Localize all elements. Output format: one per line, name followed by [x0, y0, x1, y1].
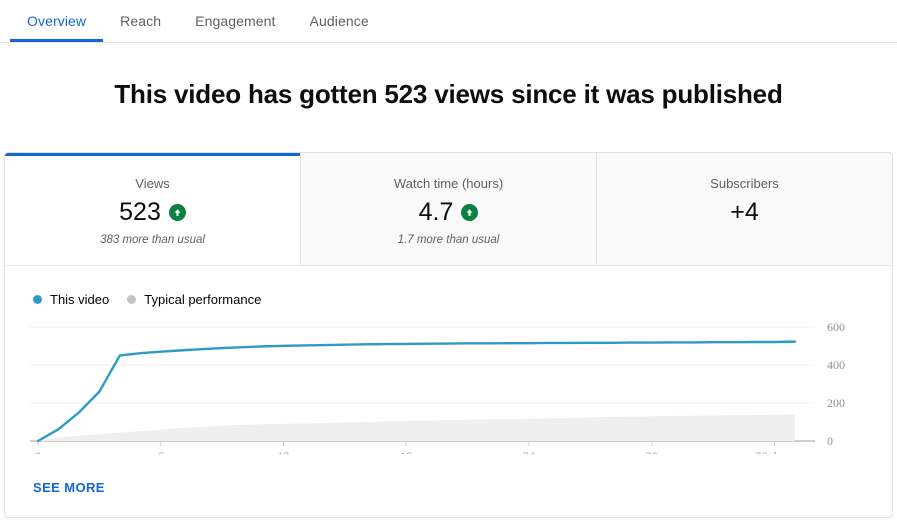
x-axis-tick-label: 36 days	[756, 449, 793, 454]
metric-watch-time-subtitle: 1.7 more than usual	[397, 234, 500, 246]
x-axis-tick-label: 18	[400, 449, 412, 454]
y-axis-tick-label: 600	[827, 320, 845, 334]
metric-watch-time-value: 4.7	[418, 198, 454, 226]
legend-label-this-video: This video	[50, 292, 110, 307]
tab-audience-label: Audience	[309, 13, 369, 29]
x-axis-tick-label: 12	[278, 449, 290, 454]
analytics-tab-bar: Overview Reach Engagement Audience	[0, 0, 897, 43]
legend-dot-this-video	[33, 295, 42, 304]
x-axis-tick-label: 30	[646, 449, 658, 454]
metric-tile-subscribers[interactable]: Subscribers +4	[596, 153, 892, 265]
tab-reach-label: Reach	[120, 13, 162, 29]
x-axis-tick-label: 6	[158, 449, 164, 454]
chart-block: This video Typical performance 0 200 400 60…	[5, 266, 892, 517]
y-axis-tick-label: 400	[827, 358, 845, 372]
legend-label-typical-performance: Typical performance	[144, 292, 262, 307]
tab-overview-label: Overview	[27, 13, 87, 29]
legend-dot-typical-performance	[127, 295, 137, 304]
y-axis-tick-label: 200	[827, 396, 845, 410]
views-over-time-chart[interactable]: 0 200 400 600 0 6 12 18 24 30 36 days	[5, 314, 892, 454]
metric-views-subtitle: 383 more than usual	[100, 234, 205, 246]
metric-views-value: 523	[119, 198, 161, 226]
metric-watch-time-value-row: 4.7	[301, 197, 596, 227]
arrow-up-circle-icon	[461, 203, 479, 221]
x-axis-tick-label: 24	[523, 449, 535, 454]
metric-tile-views[interactable]: Views 523 383 more than usual	[5, 153, 300, 265]
metric-views-label: Views	[135, 176, 170, 191]
tab-audience[interactable]: Audience	[293, 0, 386, 42]
tab-engagement-label: Engagement	[195, 13, 276, 29]
page-title: This video has gotten 523 views since it…	[114, 79, 783, 109]
metric-views-value-row: 523	[5, 197, 300, 227]
chart-area-typical-performance	[38, 414, 795, 441]
metric-subscribers-label: Subscribers	[710, 176, 779, 191]
chart-legend: This video Typical performance	[5, 266, 892, 307]
arrow-up-circle-icon	[168, 203, 186, 221]
legend-item-this-video[interactable]: This video	[33, 292, 109, 307]
x-axis-tick-label: 0	[35, 449, 41, 454]
metric-subscribers-value-row: +4	[597, 197, 892, 227]
see-more-link[interactable]: SEE MORE	[33, 480, 105, 495]
tab-engagement[interactable]: Engagement	[178, 0, 292, 42]
tab-reach[interactable]: Reach	[103, 0, 178, 42]
legend-item-typical-performance[interactable]: Typical performance	[127, 292, 261, 307]
analytics-card: Views 523 383 more than usual Watch time…	[4, 152, 893, 518]
y-axis-tick-label: 0	[827, 434, 833, 448]
metric-watch-time-label: Watch time (hours)	[393, 176, 504, 191]
chart-svg: 0 200 400 600 0 6 12 18 24 30 36 days	[30, 320, 845, 454]
metric-tile-watch-time[interactable]: Watch time (hours) 4.7 1.7 more than usu…	[300, 153, 596, 265]
tab-overview[interactable]: Overview	[10, 0, 104, 42]
metric-subscribers-value: +4	[730, 198, 759, 226]
metric-tile-row: Views 523 383 more than usual Watch time…	[5, 153, 892, 266]
